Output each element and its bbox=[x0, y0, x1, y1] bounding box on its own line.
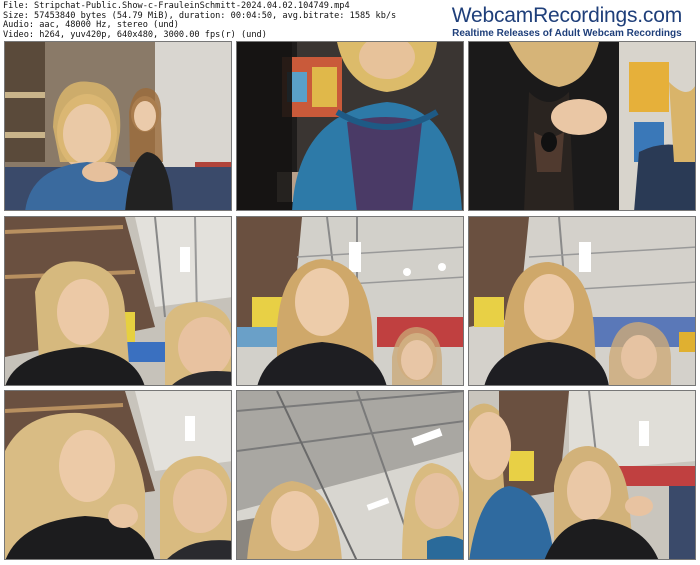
thumbnail-5[interactable] bbox=[236, 216, 464, 386]
logo-title: WebcamRecordings.com bbox=[451, 4, 682, 27]
thumbnail-7[interactable] bbox=[4, 390, 232, 560]
thumbnail-2[interactable] bbox=[236, 41, 464, 211]
thumbnail-3[interactable] bbox=[468, 41, 696, 211]
site-logo: WebcamRecordings.com Realtime Releases o… bbox=[452, 4, 682, 40]
thumbnail-1[interactable] bbox=[4, 41, 232, 211]
file-info: File: Stripchat-Public.Show-c-FrauleinSc… bbox=[3, 1, 396, 40]
thumbnail-4[interactable] bbox=[4, 216, 232, 386]
logo-subtitle: Realtime Releases of Adult Webcam Record… bbox=[452, 28, 682, 39]
file-info-line4: Video: h264, yuv420p, 640x480, 3000.00 f… bbox=[3, 29, 267, 40]
thumbnail-8[interactable] bbox=[236, 390, 464, 560]
thumbnail-9[interactable] bbox=[468, 390, 696, 560]
thumbnail-6[interactable] bbox=[468, 216, 696, 386]
